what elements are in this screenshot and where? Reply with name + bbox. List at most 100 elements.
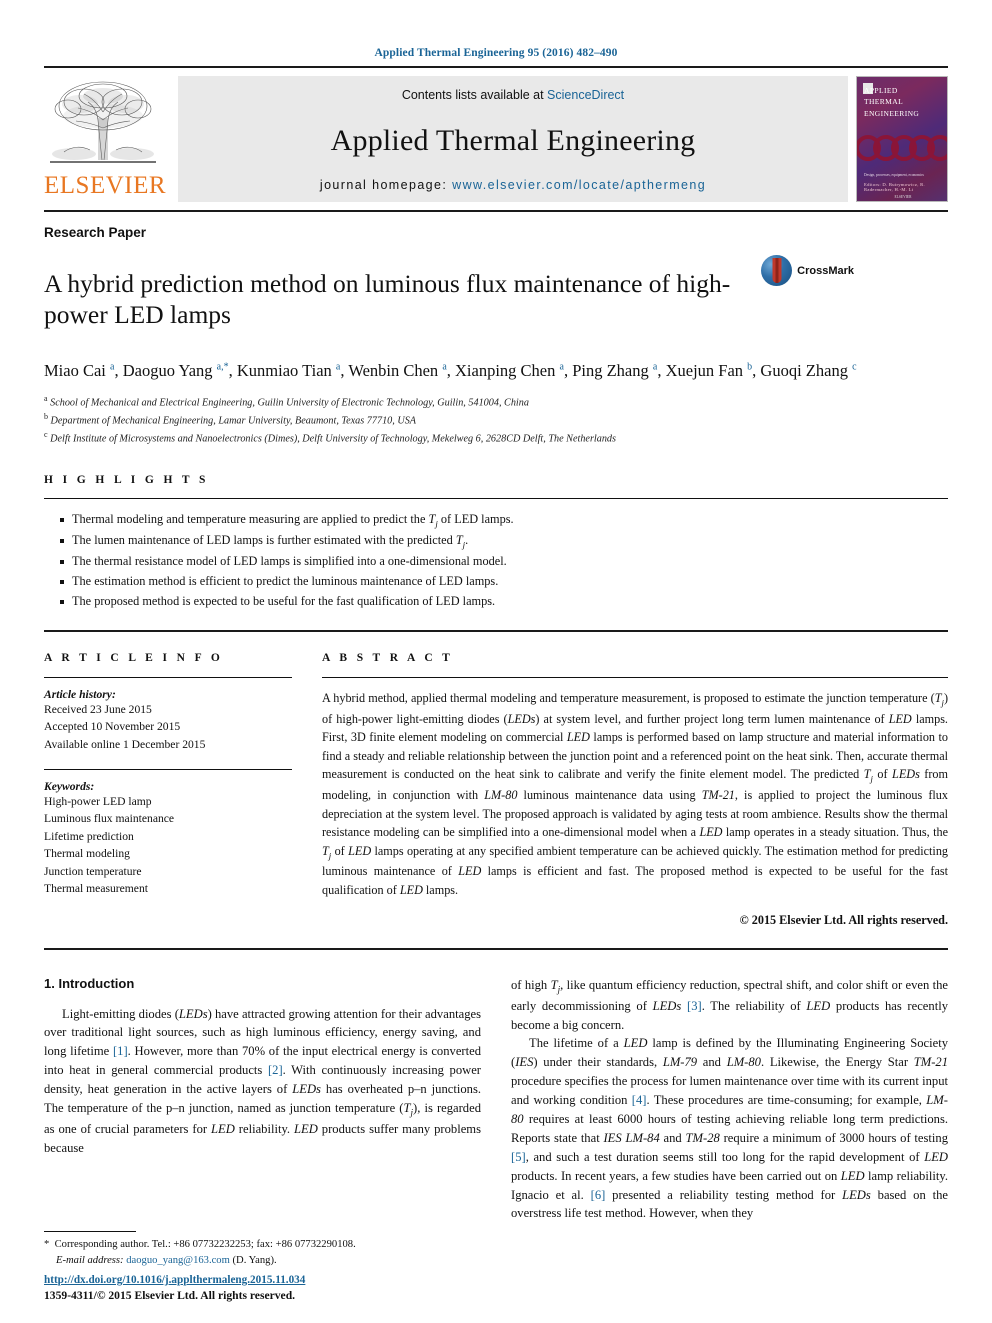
author-affil-mark: a, [216,361,224,373]
footnote-rule [44,1231,136,1233]
highlight-item: The proposed method is expected to be us… [60,592,948,612]
doi-block: http://dx.doi.org/10.1016/j.applthermale… [44,1270,504,1305]
keyword-item: Luminous flux maintenance [44,812,175,826]
body-columns: 1. Introduction Light-emitting diodes (L… [44,976,948,1224]
affiliation: b Department of Mechanical Engineering, … [44,411,417,427]
body-paragraph-right-1: of high Tj, like quantum efficiency redu… [511,977,948,1032]
keywords-rule [44,768,292,770]
keywords-label: Keywords: [44,779,95,793]
author-affil-mark: a [652,361,658,373]
author-affil-mark: a [335,361,341,373]
abstract-rule [322,676,948,678]
sciencedirect-link[interactable]: ScienceDirect [547,88,624,102]
body-paragraph-right-2: The lifetime of a LED lamp is defined by… [511,1036,949,1221]
highlights-section: H I G H L I G H T S Thermal modeling and… [44,474,948,611]
abstract-text: A hybrid method, applied thermal modelin… [322,690,949,897]
citation-ref[interactable]: [1] [113,1044,128,1058]
affiliation-list: a School of Mechanical and Electrical En… [44,393,948,447]
keyword-item: Junction temperature [44,864,142,878]
corresponding-author-text: Corresponding author. Tel.: +86 07732232… [54,1239,356,1251]
email-label: E-mail address: [56,1255,124,1267]
author-affil-mark: c [852,361,857,373]
journal-homepage-link[interactable]: www.elsevier.com/locate/apthermeng [452,178,706,192]
author-name: Ping Zhang a [572,361,658,381]
abstract-heading: A B S T R A C T [322,651,454,664]
cover-rings-graphic [857,131,947,167]
title-row: A hybrid prediction method on luminous f… [44,251,948,347]
highlights-rule [44,498,948,500]
author-name: Daoguo Yang a,* [122,361,229,381]
keyword-item: Lifetime prediction [44,829,134,843]
highlight-item: The thermal resistance model of LED lamp… [60,552,948,572]
article-history-lines: Received 23 June 2015 Accepted 10 Novembe… [44,701,292,753]
highlights-bottom-rule [44,629,948,632]
affiliation-mark: c [44,429,48,439]
homepage-prefix: journal homepage: [319,178,453,192]
contents-available-line: Contents lists available at ScienceDirec… [402,88,624,102]
cover-editors: Editors: D. Butrymowicz, R. Radermacher,… [864,182,925,192]
author-name: Miao Cai a [44,361,115,381]
journal-cover-thumbnail[interactable]: APPLIED THERMAL ENGINEERING Design, proc… [856,76,948,202]
corresponding-author-line: * Corresponding author. Tel.: +86 077322… [44,1237,464,1253]
keywords-lines: High-power LED lamp Luminous flux mainten… [44,793,292,897]
citation-ref[interactable]: [5] [511,1150,526,1164]
author-name: Guoqi Zhang c [760,361,857,381]
running-head: Applied Thermal Engineering 95 (2016) 48… [374,47,618,59]
author-affil-mark: a [110,361,115,373]
author-name: Xianping Chen a [455,361,564,381]
article-history-item: Accepted 10 November 2015 [44,720,181,734]
crossmark-label: CrossMark [797,264,854,277]
page-title: A hybrid prediction method on luminous f… [44,269,731,330]
affiliation: a School of Mechanical and Electrical En… [44,393,529,409]
keyword-item: High-power LED lamp [44,794,152,808]
cover-subtitle: Design, processes, equipment, economics [864,173,924,178]
section-heading-introduction: 1. Introduction [44,975,135,991]
author-affil-mark: a [442,361,447,373]
footnote-star-icon: * [44,1239,50,1251]
citation-ref[interactable]: [2] [268,1063,283,1077]
paper-page: Applied Thermal Engineering 95 (2016) 48… [0,0,992,1323]
article-history-item: Received 23 June 2015 [44,702,152,716]
article-history-item: Available online 1 December 2015 [44,737,206,751]
doi-link[interactable]: http://dx.doi.org/10.1016/j.applthermale… [44,1274,305,1286]
crossmark-icon [761,255,793,286]
abstract-copyright: © 2015 Elsevier Ltd. All rights reserved… [739,912,948,927]
cover-publisher: ELSEVIER [894,195,912,199]
contents-prefix: Contents lists available at [401,88,548,102]
author-name: Kunmiao Tian a [236,361,341,381]
keyword-item: Thermal measurement [44,881,148,895]
email-link[interactable]: daoguo_yang@163.com [126,1255,230,1266]
keyword-item: Thermal modeling [44,847,130,861]
citation-ref[interactable]: [3] [687,999,702,1013]
masthead-bottom-rule [44,210,948,212]
corresponding-author-footnote: * Corresponding author. Tel.: +86 077322… [44,1231,464,1269]
article-info-rule [44,676,292,678]
affiliation-mark: a [44,393,48,403]
article-history-label: Article history: [44,687,116,701]
article-type-label: Research Paper [44,225,147,240]
citation-ref[interactable]: [6] [591,1188,606,1202]
journal-title: Applied Thermal Engineering [330,124,696,157]
body-column-right: of high Tj, like quantum efficiency redu… [511,976,948,1224]
highlight-item: Thermal modeling and temperature measuri… [60,510,948,531]
body-paragraph-left-1: Light-emitting diodes (LEDs) have attrac… [44,1006,482,1155]
article-info-column: A R T I C L E I N F O Article history: R… [44,652,292,928]
journal-masthead: ELSEVIER Contents lists available at Sci… [44,66,948,202]
author-affil-mark: a [559,361,564,373]
abstract-bottom-rule [44,947,948,950]
affiliation: c Delft Institute of Microsystems and Na… [44,429,616,444]
body-column-left: 1. Introduction Light-emitting diodes (L… [44,976,481,1224]
affiliation-mark: b [44,411,48,421]
abstract-column: A B S T R A C T A hybrid method, applied… [322,652,948,928]
elsevier-tree-icon [44,76,162,172]
cover-title-line2: THERMAL [864,97,904,107]
highlight-item: The estimation method is efficient to pr… [60,572,948,592]
email-line: E-mail address: daoguo_yang@163.com (D. … [44,1253,464,1269]
crossmark-badge[interactable]: CrossMark [744,251,854,286]
citation-ref[interactable]: [4] [632,1093,647,1107]
cover-title-line3: ENGINEERING [864,108,920,118]
cover-title: APPLIED THERMAL ENGINEERING [864,85,941,119]
article-info-heading: A R T I C L E I N F O [44,651,224,664]
elsevier-wordmark: ELSEVIER [44,172,167,199]
author-list: Miao Cai a, Daoguo Yang a,*, Kunmiao Tia… [44,361,857,381]
